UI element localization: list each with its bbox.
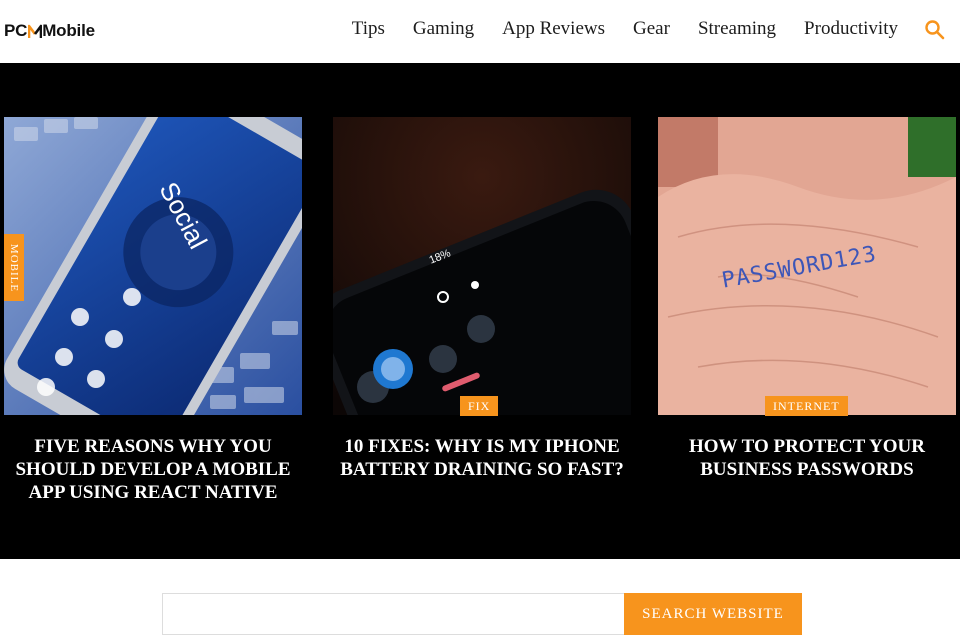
nav-item-streaming[interactable]: Streaming: [698, 17, 776, 41]
nav-item-app-reviews[interactable]: App Reviews: [502, 17, 605, 41]
card-title[interactable]: 10 FIXES: WHY IS MY IPHONE BATTERY DRAIN…: [329, 435, 635, 481]
category-tag-label: MOBILE: [8, 243, 20, 292]
card-image-password-palm[interactable]: PASSWORD123: [658, 117, 956, 415]
search-input[interactable]: [162, 593, 624, 635]
logo-text-left: PC: [4, 21, 28, 40]
category-tag-mobile[interactable]: MOBILE: [4, 234, 24, 301]
nav-item-gaming[interactable]: Gaming: [413, 17, 474, 41]
featured-posts: Social MOBILE FIVE REASONS WHY YOU SHOUL…: [0, 63, 960, 559]
search-website-button[interactable]: SEARCH WEBSITE: [624, 593, 802, 635]
category-tag-internet[interactable]: INTERNET: [765, 396, 848, 416]
card-title[interactable]: FIVE REASONS WHY YOU SHOULD DEVELOP A MO…: [0, 435, 306, 504]
category-tag-fix[interactable]: FIX: [460, 396, 499, 416]
site-logo[interactable]: PC Mobile: [4, 19, 95, 43]
nav-item-tips[interactable]: Tips: [352, 17, 385, 41]
main-nav: Tips Gaming App Reviews Gear Streaming P…: [324, 17, 898, 41]
card-image-dark-phone[interactable]: 18%: [333, 117, 631, 415]
logo-text-right: Mobile: [42, 21, 95, 40]
nav-item-gear[interactable]: Gear: [633, 17, 670, 41]
search-icon[interactable]: [924, 19, 946, 41]
logo-n-mark-icon: [28, 23, 43, 40]
search-form: SEARCH WEBSITE: [162, 593, 802, 635]
nav-item-productivity[interactable]: Productivity: [804, 17, 898, 41]
card-title[interactable]: HOW TO PROTECT YOUR BUSINESS PASSWORDS: [654, 435, 960, 481]
card-image-social-phone[interactable]: Social: [4, 117, 302, 415]
site-header: PC Mobile Tips Gaming App Reviews Gear S…: [0, 0, 960, 63]
